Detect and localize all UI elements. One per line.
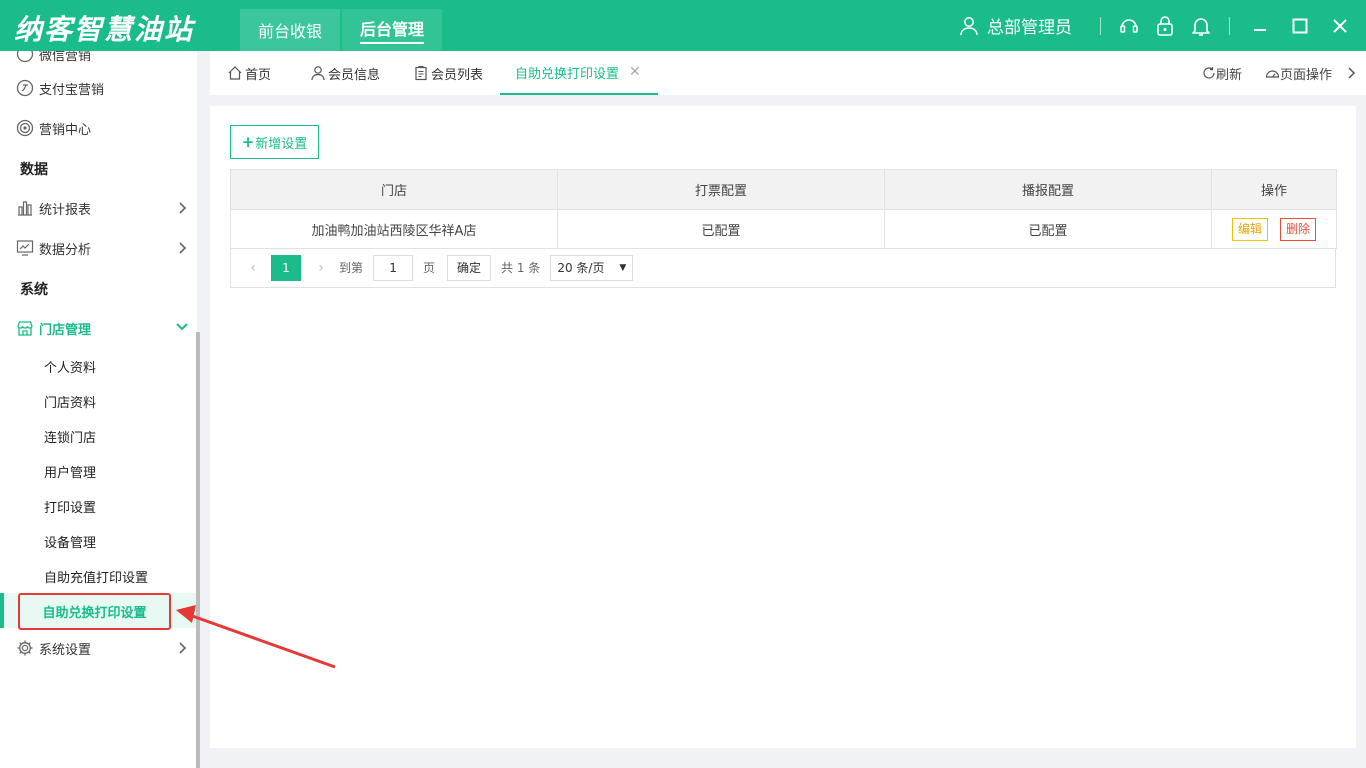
top-nav-frontdesk[interactable]: 前台收银 bbox=[240, 9, 341, 51]
sidebar-subitem-store-info[interactable]: 门店资料 bbox=[44, 392, 96, 411]
user-icon bbox=[960, 16, 978, 35]
cell-store: 加油鸭加油站西陵区华祥A店 bbox=[230, 209, 558, 249]
top-nav: 前台收银 后台管理 bbox=[240, 9, 444, 51]
minimize-button[interactable] bbox=[1240, 0, 1280, 51]
refresh-button[interactable]: 刷新 bbox=[1202, 51, 1242, 95]
sidebar-item-system-settings[interactable]: 系统设置 bbox=[0, 633, 197, 663]
edit-button[interactable]: 编辑 bbox=[1231, 217, 1268, 241]
chevron-right-icon bbox=[179, 642, 187, 654]
user-icon bbox=[310, 65, 326, 81]
next-page-icon[interactable]: › bbox=[311, 260, 331, 276]
lock-icon[interactable] bbox=[1152, 13, 1178, 39]
tab-close-icon[interactable]: ✕ bbox=[629, 64, 641, 80]
home-icon bbox=[227, 65, 243, 81]
sidebar-item-reports[interactable]: 统计报表 bbox=[0, 193, 197, 223]
page-size-select[interactable]: 20 条/页 ▼ bbox=[550, 254, 634, 281]
maximize-button[interactable] bbox=[1280, 0, 1320, 51]
delete-button[interactable]: 删除 bbox=[1280, 217, 1317, 241]
close-window-button[interactable] bbox=[1320, 0, 1360, 51]
tab-member-info[interactable]: 会员信息 bbox=[310, 51, 380, 95]
chevron-right-icon bbox=[179, 242, 187, 254]
user-name: 总部管理员 bbox=[987, 18, 1072, 38]
bell-icon[interactable] bbox=[1188, 13, 1214, 39]
sidebar-subitem-self-recharge-print[interactable]: 自助充值打印设置 bbox=[44, 567, 148, 586]
sidebar-item-marketing-center[interactable]: 营销中心 bbox=[0, 113, 197, 143]
table-header: 门店 打票配置 播报配置 操作 bbox=[230, 169, 1337, 210]
goto-label: 到第 bbox=[339, 261, 364, 275]
page-operations-button[interactable]: 页面操作 bbox=[1265, 51, 1332, 95]
app-logo: 纳客智慧油站 bbox=[14, 13, 195, 46]
cell-actions: 编辑 删除 bbox=[1211, 209, 1337, 249]
pagination: ‹ 1 › 到第 页 确定 共 1 条 20 条/页▼ bbox=[230, 248, 1336, 288]
cell-ticket-config: 已配置 bbox=[557, 209, 885, 249]
sidebar-subitem-profile[interactable]: 个人资料 bbox=[44, 357, 96, 376]
gauge-icon bbox=[1265, 70, 1280, 78]
top-nav-backend[interactable]: 后台管理 bbox=[342, 9, 443, 51]
goto-page-input[interactable] bbox=[373, 254, 414, 281]
plus-icon: + bbox=[241, 133, 255, 151]
cell-broadcast-config: 已配置 bbox=[884, 209, 1212, 249]
clipboard-icon bbox=[413, 65, 429, 81]
gear-icon bbox=[16, 639, 34, 657]
tab-self-exchange-print[interactable]: 自助兑换打印设置 ✕ bbox=[500, 51, 658, 95]
chevron-right-icon bbox=[179, 202, 187, 214]
main-panel: + 新增设置 门店 打票配置 播报配置 操作 加油鸭加油站西陵区华祥A店 已配置 … bbox=[210, 106, 1356, 748]
sidebar-section-system: 系统 bbox=[20, 282, 48, 298]
column-header-store: 门店 bbox=[230, 169, 558, 210]
settings-table: 门店 打票配置 播报配置 操作 加油鸭加油站西陵区华祥A店 已配置 已配置 编辑… bbox=[230, 169, 1337, 249]
bar-chart-icon bbox=[16, 199, 34, 217]
line-chart-icon bbox=[16, 239, 34, 257]
table-row: 加油鸭加油站西陵区华祥A店 已配置 已配置 编辑 删除 bbox=[230, 209, 1337, 249]
sidebar-item-alipay[interactable]: 支付宝营销 bbox=[0, 73, 197, 103]
close-icon bbox=[1333, 18, 1347, 33]
maximize-icon bbox=[1292, 18, 1308, 33]
sidebar-section-data: 数据 bbox=[20, 162, 48, 178]
sidebar-subitem-device-management[interactable]: 设备管理 bbox=[44, 532, 96, 551]
column-header-actions: 操作 bbox=[1211, 169, 1337, 210]
target-icon bbox=[16, 119, 34, 137]
tab-member-list[interactable]: 会员列表 bbox=[413, 51, 483, 95]
alipay-icon bbox=[16, 79, 34, 97]
dropdown-arrow-icon: ▼ bbox=[619, 262, 627, 273]
store-icon bbox=[16, 319, 34, 337]
page-1-button[interactable]: 1 bbox=[271, 254, 301, 281]
sidebar-item-store-management[interactable]: 门店管理 bbox=[0, 313, 197, 343]
column-header-ticket-config: 打票配置 bbox=[557, 169, 885, 210]
user-menu[interactable]: 总部管理员 bbox=[959, 13, 1072, 38]
minimize-icon bbox=[1254, 28, 1266, 31]
sidebar-subitem-self-exchange-print[interactable]: 自助兑换打印设置 bbox=[18, 593, 171, 630]
wechat-icon bbox=[16, 51, 34, 63]
total-count: 共 1 条 bbox=[501, 261, 541, 275]
headset-icon[interactable] bbox=[1116, 13, 1142, 39]
sidebar-subitem-user-management[interactable]: 用户管理 bbox=[44, 462, 96, 481]
goto-confirm-button[interactable]: 确定 bbox=[447, 254, 492, 281]
tab-home[interactable]: 首页 bbox=[227, 51, 271, 95]
column-header-broadcast-config: 播报配置 bbox=[884, 169, 1212, 210]
top-bar: 纳客智慧油站 前台收银 后台管理 总部管理员 bbox=[0, 0, 1366, 51]
refresh-icon bbox=[1203, 67, 1215, 79]
prev-page-icon[interactable]: ‹ bbox=[243, 260, 263, 276]
add-setting-button[interactable]: + 新增设置 bbox=[230, 125, 319, 159]
tab-scroll-right-icon[interactable] bbox=[1346, 51, 1356, 95]
chevron-down-icon bbox=[176, 323, 188, 331]
sidebar-subitem-print-settings[interactable]: 打印设置 bbox=[44, 497, 96, 516]
sidebar: 微信营销 支付宝营销 营销中心 数据 统计报表 数据分析 系统 门店管理 个人资… bbox=[0, 51, 197, 768]
page-unit-label: 页 bbox=[423, 261, 436, 275]
sidebar-scrollbar[interactable] bbox=[196, 332, 200, 768]
tab-bar: 首页 会员信息 会员列表 自助兑换打印设置 ✕ 刷新 页面操作 bbox=[210, 51, 1366, 95]
sidebar-subitem-chain-stores[interactable]: 连锁门店 bbox=[44, 427, 96, 446]
sidebar-item-data-analysis[interactable]: 数据分析 bbox=[0, 233, 197, 263]
sidebar-item-wechat[interactable]: 微信营销 bbox=[0, 51, 197, 69]
